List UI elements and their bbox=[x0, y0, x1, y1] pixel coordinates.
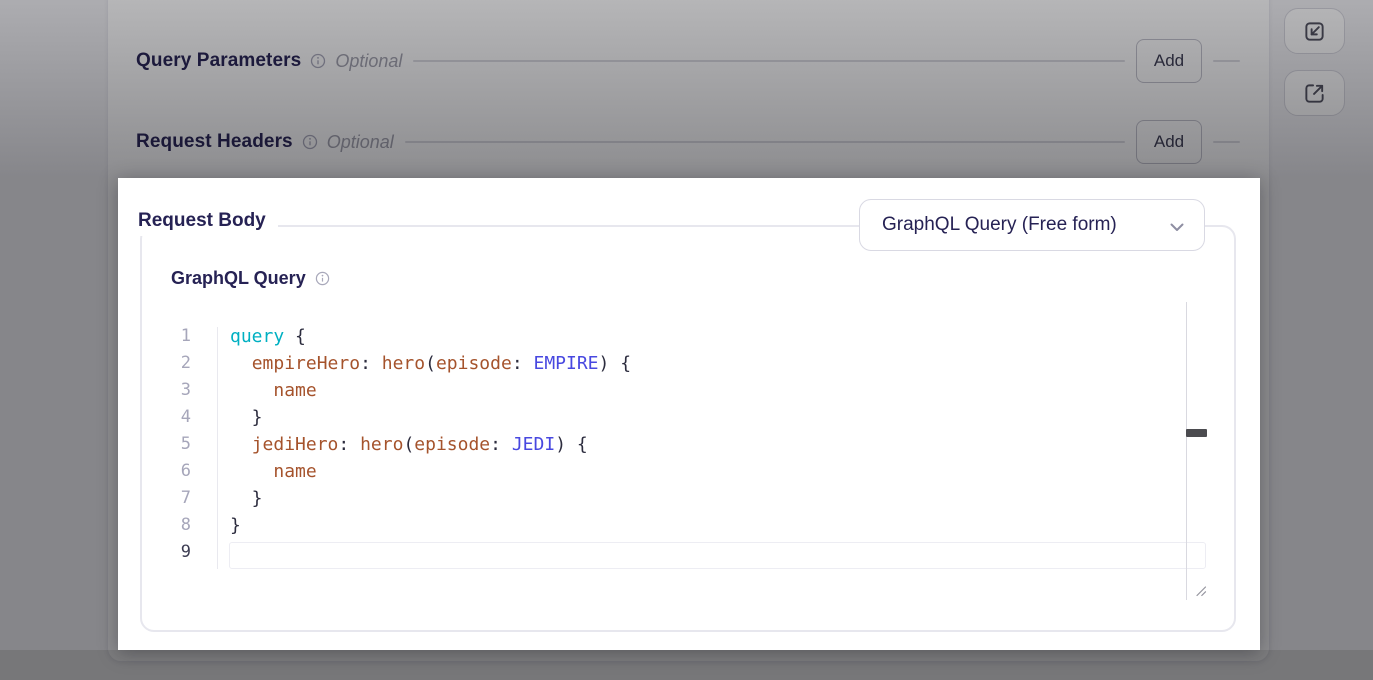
request-body-section: Request Body GraphQL Query (Free form) G… bbox=[118, 178, 1260, 650]
token-keyword: query bbox=[230, 326, 284, 347]
body-type-select[interactable]: GraphQL Query (Free form) bbox=[859, 199, 1205, 251]
token-property: hero bbox=[382, 353, 425, 374]
token-property: episode bbox=[436, 353, 512, 374]
info-icon[interactable] bbox=[315, 271, 330, 286]
gutter-divider bbox=[217, 327, 218, 569]
token-punctuation bbox=[230, 353, 252, 374]
token-property: name bbox=[273, 380, 316, 401]
token-enum: EMPIRE bbox=[534, 353, 599, 374]
token-punctuation bbox=[230, 434, 252, 455]
line-number: 9 bbox=[146, 542, 191, 569]
token-punctuation bbox=[230, 461, 273, 482]
token-punctuation: } bbox=[230, 407, 263, 428]
line-number: 8 bbox=[146, 515, 191, 542]
token-property: episode bbox=[414, 434, 490, 455]
code-lines[interactable]: query { empireHero: hero(episode: EMPIRE… bbox=[230, 326, 631, 569]
resize-handle-icon[interactable] bbox=[1192, 582, 1208, 598]
token-punctuation: { bbox=[284, 326, 306, 347]
graphql-query-label: GraphQL Query bbox=[171, 268, 306, 289]
editor-right-border bbox=[1186, 302, 1187, 600]
code-line: empireHero: hero(episode: EMPIRE) { bbox=[230, 353, 631, 380]
code-line: query { bbox=[230, 326, 631, 353]
modal-overlay[interactable] bbox=[0, 0, 1373, 178]
token-property: jediHero bbox=[252, 434, 339, 455]
token-punctuation: : bbox=[338, 434, 360, 455]
graphql-query-label-row: GraphQL Query bbox=[171, 268, 330, 289]
code-line: name bbox=[230, 461, 631, 488]
token-punctuation: : bbox=[512, 353, 534, 374]
token-punctuation: ) { bbox=[599, 353, 632, 374]
line-number: 3 bbox=[146, 380, 191, 407]
token-property: empireHero bbox=[252, 353, 360, 374]
body-type-select-value: GraphQL Query (Free form) bbox=[882, 214, 1117, 236]
code-line: jediHero: hero(episode: JEDI) { bbox=[230, 434, 631, 461]
code-line: } bbox=[230, 515, 631, 542]
token-punctuation: } bbox=[230, 488, 263, 509]
token-enum: JEDI bbox=[512, 434, 555, 455]
line-number: 5 bbox=[146, 434, 191, 461]
chevron-down-icon bbox=[1170, 223, 1184, 232]
request-body-title: Request Body bbox=[126, 206, 278, 236]
token-punctuation: : bbox=[490, 434, 512, 455]
code-line bbox=[230, 542, 631, 569]
editor-scrollbar-thumb[interactable] bbox=[1186, 429, 1207, 437]
code-line: } bbox=[230, 407, 631, 434]
token-punctuation: ( bbox=[403, 434, 414, 455]
modal-overlay[interactable] bbox=[0, 650, 1373, 680]
modal-overlay[interactable] bbox=[1260, 178, 1373, 650]
token-punctuation: ( bbox=[425, 353, 436, 374]
line-number: 4 bbox=[146, 407, 191, 434]
line-number: 2 bbox=[146, 353, 191, 380]
modal-overlay[interactable] bbox=[0, 178, 118, 650]
token-punctuation: } bbox=[230, 515, 241, 536]
code-gutter: 123456789 bbox=[146, 326, 191, 569]
token-punctuation bbox=[230, 380, 273, 401]
line-number: 7 bbox=[146, 488, 191, 515]
token-punctuation: ) { bbox=[555, 434, 588, 455]
token-property: hero bbox=[360, 434, 403, 455]
code-line: name bbox=[230, 380, 631, 407]
code-line: } bbox=[230, 488, 631, 515]
line-number: 1 bbox=[146, 326, 191, 353]
token-punctuation: : bbox=[360, 353, 382, 374]
line-number: 6 bbox=[146, 461, 191, 488]
token-property: name bbox=[273, 461, 316, 482]
